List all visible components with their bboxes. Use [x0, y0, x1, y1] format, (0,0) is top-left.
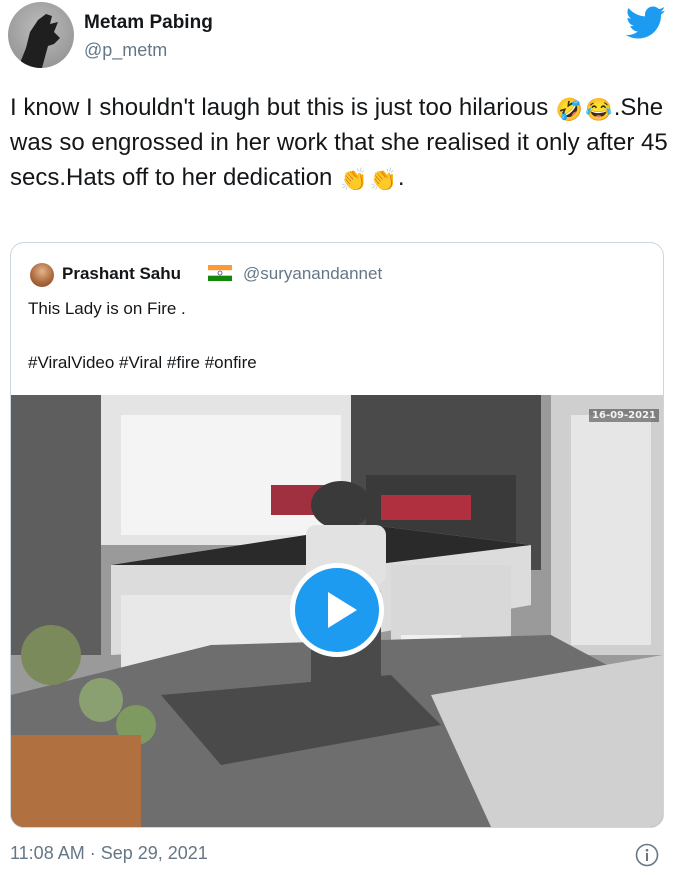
twitter-bird-icon[interactable]: [626, 6, 666, 40]
play-button[interactable]: [290, 563, 384, 657]
video-player[interactable]: 16-09-2021: [11, 395, 663, 827]
tweet-text: I know I shouldn't laugh but this is jus…: [10, 90, 670, 195]
india-flag-icon: [208, 265, 232, 281]
quoted-tweet-hashtags[interactable]: #ViralVideo #Viral #fire #onfire: [28, 353, 257, 373]
info-icon[interactable]: [635, 843, 659, 867]
tweet-timestamp[interactable]: 11:08 AM · Sep 29, 2021: [10, 843, 208, 864]
rolling-laughing-emoji-icon: 🤣: [555, 97, 584, 122]
author-avatar[interactable]: [8, 2, 74, 68]
quoted-tweet-text: This Lady is on Fire .: [28, 299, 186, 318]
author-handle[interactable]: @p_metm: [84, 40, 167, 61]
tweet-text-line1: I know I shouldn't laugh but this is jus…: [10, 94, 549, 121]
tears-of-joy-emoji-icon: 😂: [585, 97, 613, 122]
play-icon: [328, 592, 357, 628]
video-date-overlay: 16-09-2021: [589, 409, 659, 422]
author-name[interactable]: Metam Pabing: [84, 12, 213, 34]
quoted-tweet-card[interactable]: Prashant Sahu @suryanandannet This Lady …: [10, 242, 664, 828]
clapping-hands-emoji-icon: 👏: [340, 167, 368, 192]
clapping-hands-emoji-icon: 👏: [369, 167, 397, 192]
quoted-author-handle[interactable]: @suryanandannet: [243, 264, 382, 284]
quoted-author-name[interactable]: Prashant Sahu: [62, 264, 181, 284]
quoted-author-avatar[interactable]: [30, 263, 54, 287]
tweet-text-trailing: .: [397, 164, 405, 191]
